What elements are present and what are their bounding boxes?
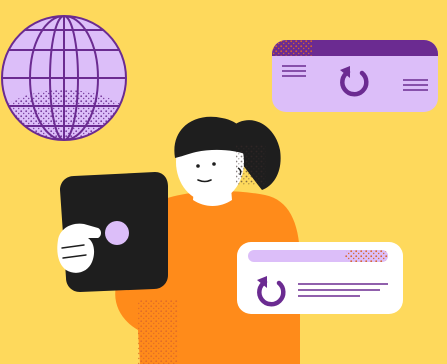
tablet-button-icon xyxy=(105,221,129,245)
illustration xyxy=(0,0,447,364)
tablet xyxy=(57,172,168,292)
bottom-card xyxy=(237,242,403,314)
top-card xyxy=(272,40,438,112)
scene xyxy=(0,0,447,364)
